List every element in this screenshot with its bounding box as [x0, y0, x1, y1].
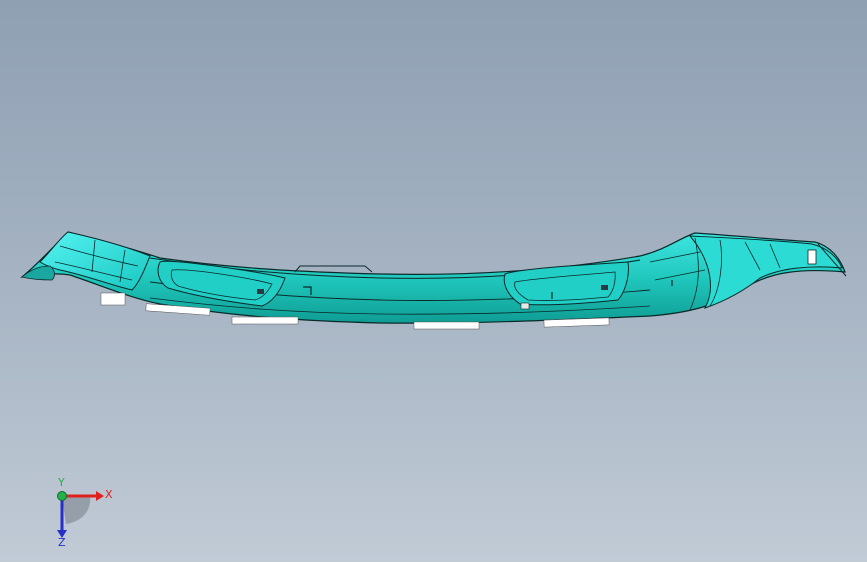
graphics-viewport[interactable]: X Y Z	[0, 0, 867, 562]
right-end-window	[807, 249, 817, 265]
mount-tab	[231, 316, 299, 325]
trim-panel-model[interactable]	[0, 0, 867, 562]
right-pocket	[503, 261, 629, 306]
y-axis-label: Y	[57, 478, 65, 489]
coordinate-triad-icon: X Y Z	[57, 478, 113, 548]
x-axis-arrowhead	[96, 491, 104, 501]
clip-slot	[601, 285, 608, 290]
mount-tab	[413, 321, 480, 330]
triad-shadow	[62, 496, 91, 524]
mount-tab	[100, 292, 126, 306]
y-axis-dot	[57, 491, 67, 501]
clip-slot	[520, 302, 530, 310]
clip-slot	[257, 289, 264, 294]
left-tip	[21, 265, 55, 281]
panel-right-end	[688, 235, 843, 309]
x-axis-label: X	[105, 488, 113, 501]
z-axis-label: Z	[58, 536, 66, 548]
